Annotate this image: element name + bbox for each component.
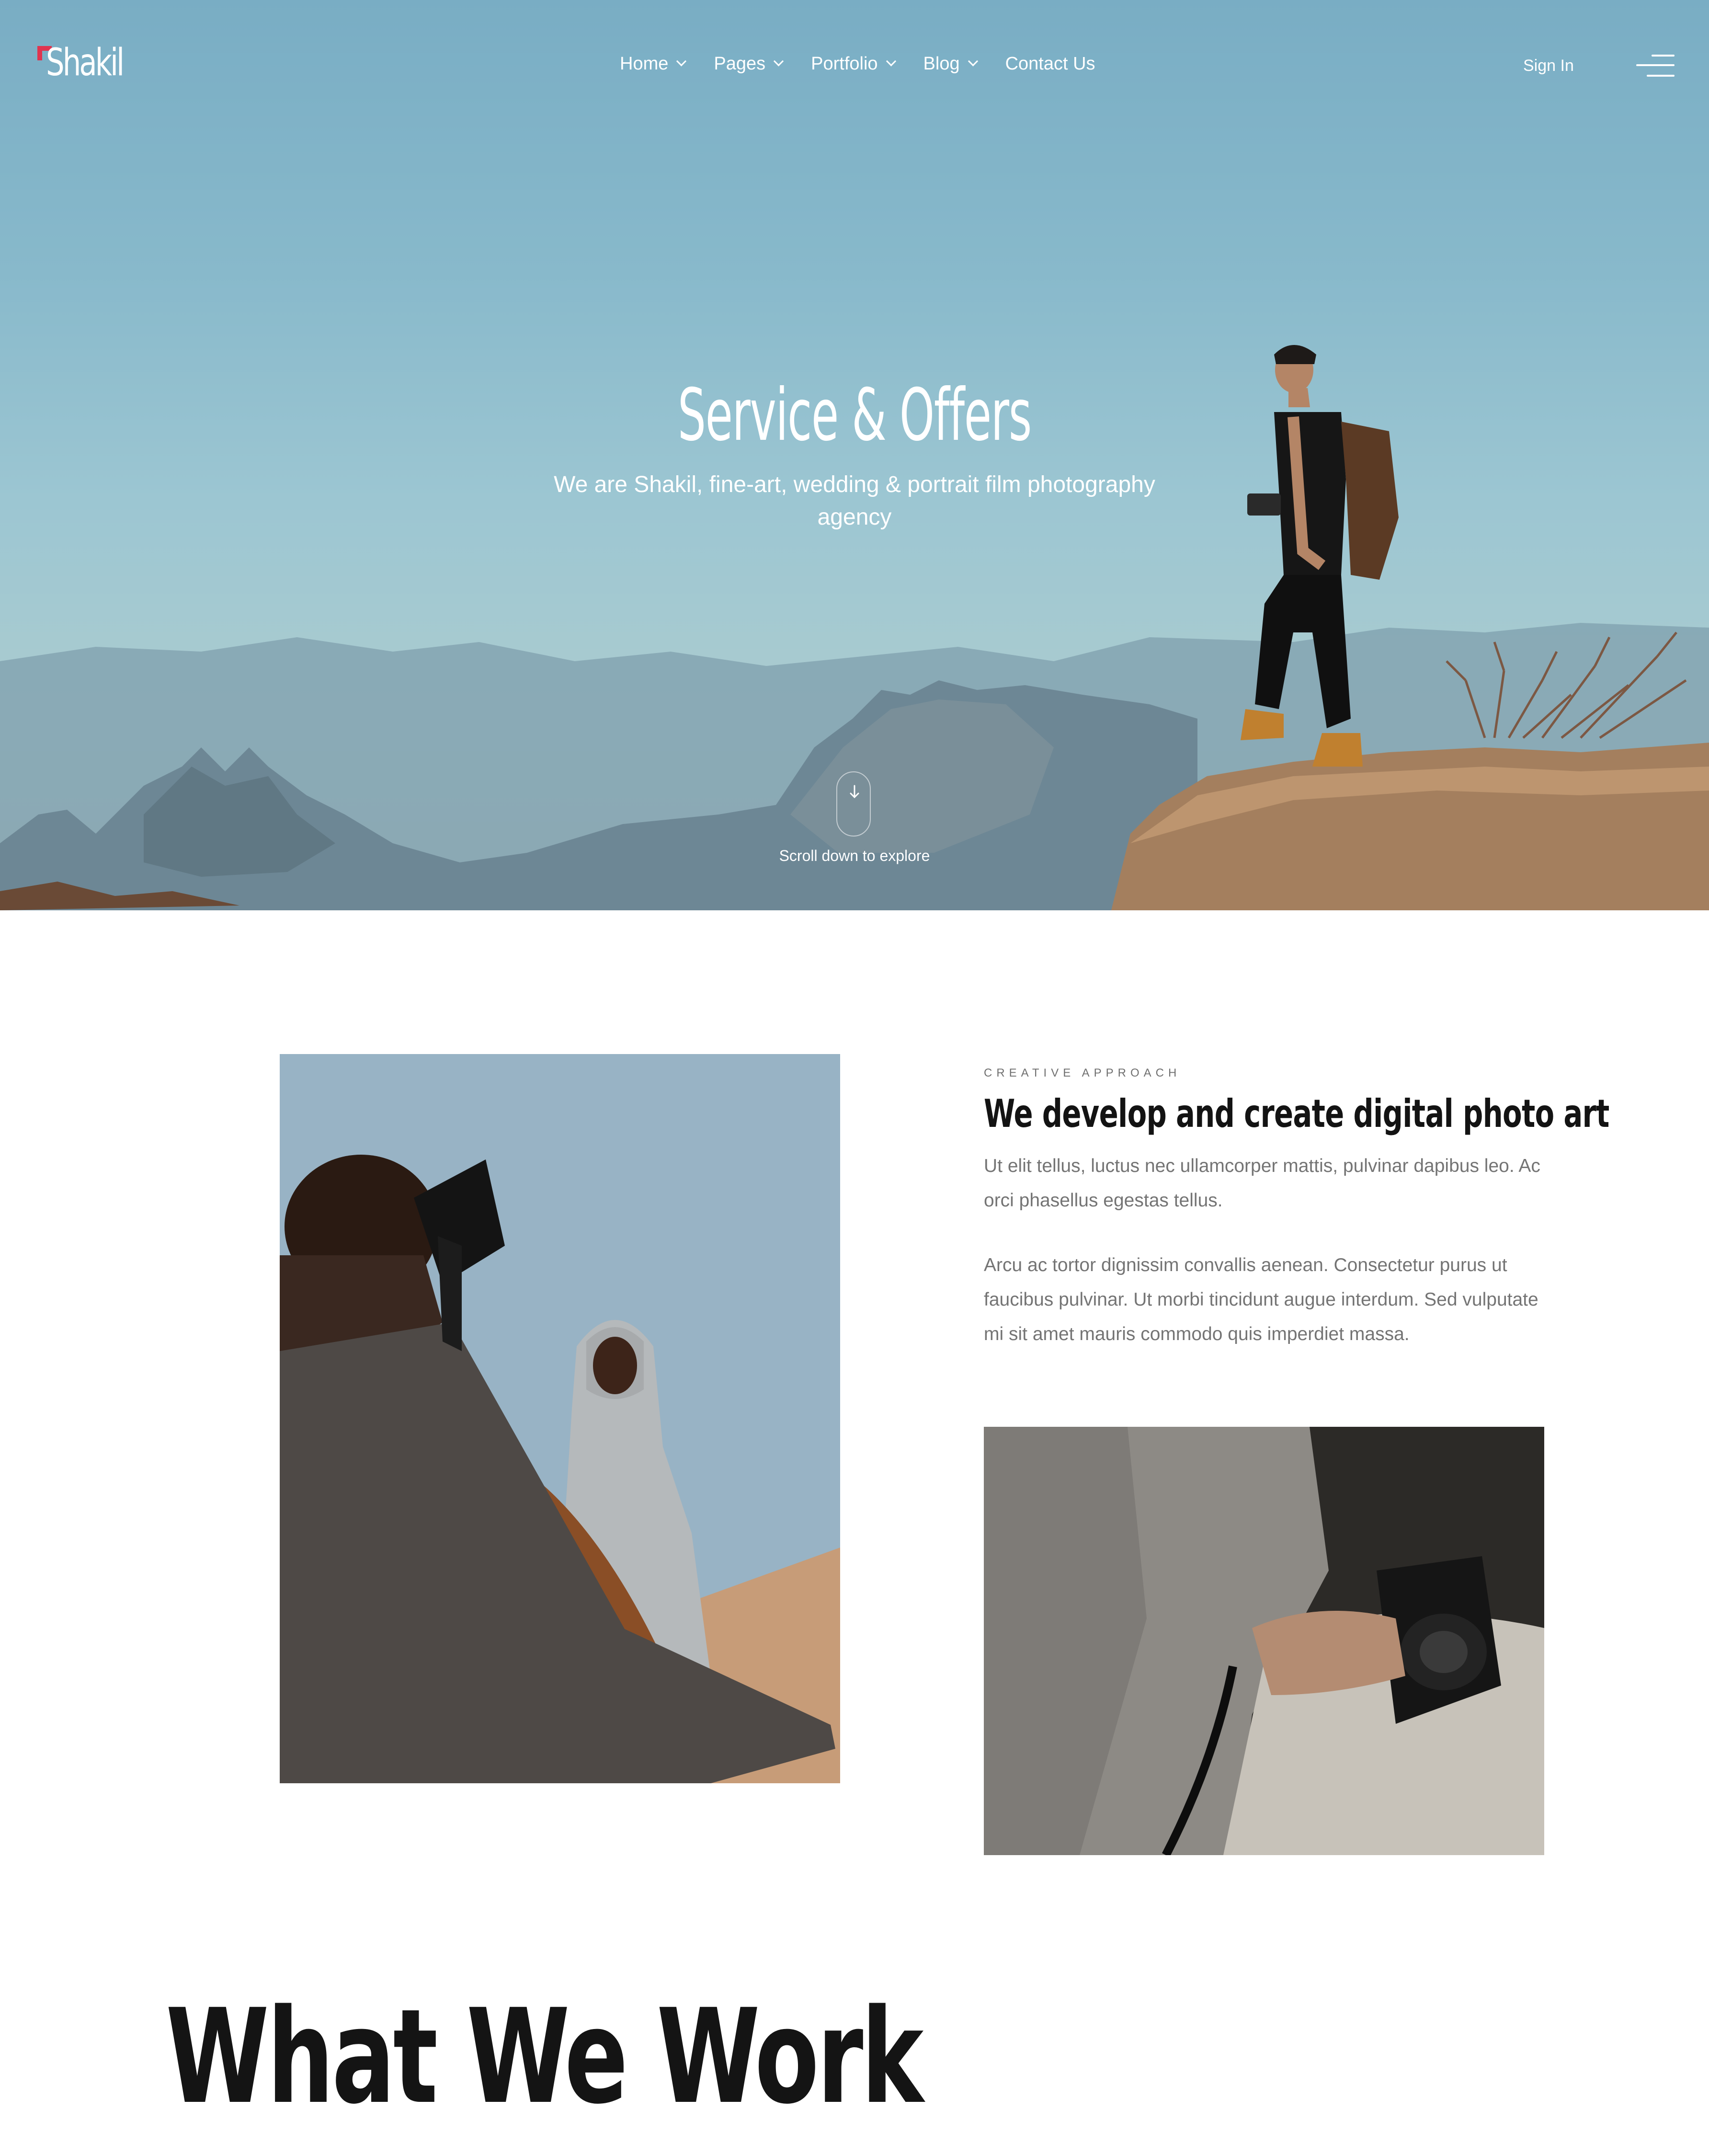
nav-item-label: Home	[620, 54, 669, 74]
chevron-down-icon	[968, 56, 978, 67]
nav-item-label: Portfolio	[811, 54, 878, 74]
sign-in-link[interactable]: Sign In	[1523, 57, 1574, 75]
chevron-down-icon	[676, 56, 687, 67]
hamburger-menu-icon[interactable]	[1636, 53, 1675, 80]
nav-item-label: Blog	[923, 54, 960, 74]
hero-section: Shakil Home Pages Portfolio Blog Contact…	[0, 0, 1709, 910]
nav-item-label: Contact Us	[1005, 54, 1095, 74]
chevron-down-icon	[886, 56, 896, 67]
nav-item-blog[interactable]: Blog	[923, 54, 978, 74]
what-we-work-title: What We Work	[166, 1982, 923, 2133]
section-title: We develop and create digital photo art	[984, 1091, 1609, 1136]
hero-title: Service & Offers	[677, 374, 1032, 457]
photographer-desert-photo	[280, 1054, 840, 1783]
section-eyebrow: CREATIVE APPROACH	[984, 1067, 1181, 1079]
body-paragraph: Arcu ac tortor dignissim convallis aenea…	[984, 1255, 1538, 1344]
logo-text: Shakil	[46, 41, 125, 84]
arrow-down-icon	[850, 785, 859, 799]
nav-item-home[interactable]: Home	[620, 54, 687, 74]
nav-item-pages[interactable]: Pages	[714, 54, 784, 74]
body-paragraph: Ut elit tellus, luctus nec ullamcorper m…	[984, 1156, 1540, 1211]
scroll-down-text: Scroll down to explore	[779, 847, 930, 864]
nav-item-label: Pages	[714, 54, 766, 74]
nav-item-contact-us[interactable]: Contact Us	[1005, 54, 1095, 74]
main-nav: Home Pages Portfolio Blog Contact Us	[620, 54, 1124, 74]
hero-subtitle: We are Shakil, fine-art, wedding & portr…	[554, 472, 1155, 530]
camera-hands-photo	[984, 1427, 1544, 1855]
scroll-down-button[interactable]	[836, 771, 871, 837]
chevron-down-icon	[774, 56, 784, 67]
nav-item-portfolio[interactable]: Portfolio	[811, 54, 896, 74]
